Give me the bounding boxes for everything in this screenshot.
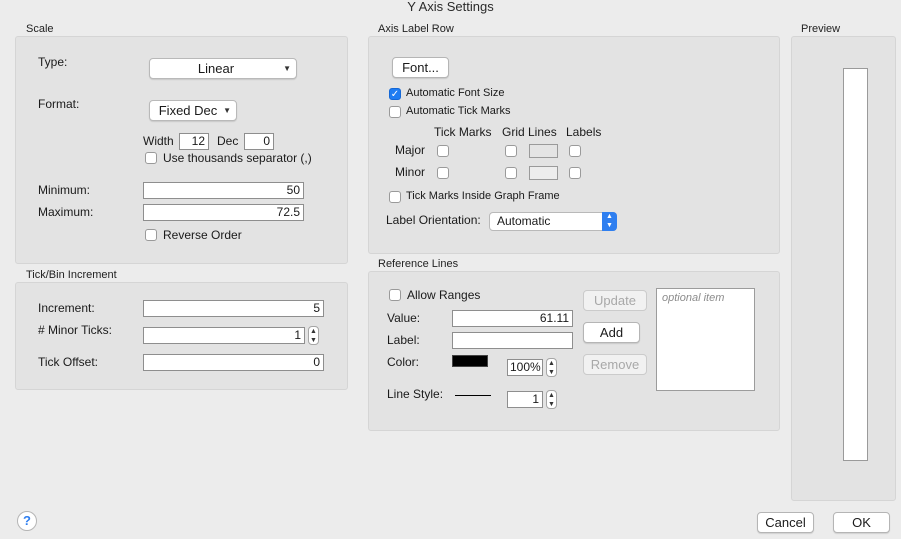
dec-label: Dec [217,134,239,148]
minimum-field[interactable]: 50 [143,182,304,199]
row-minor: Minor [395,165,426,179]
allow-ranges-label: Allow Ranges [407,288,481,302]
window-title: Y Axis Settings [407,0,494,14]
axis-label-row-title: Axis Label Row [378,23,454,35]
label-orientation-value: Automatic [497,214,551,228]
label-field[interactable] [452,332,573,349]
opacity-stepper[interactable]: ▲ ▼ [546,358,557,377]
minor-ticks-label: # Minor Ticks: [38,323,113,337]
allow-ranges-checkbox[interactable] [389,289,401,301]
type-value: Linear [197,61,235,76]
thousands-label: Use thousands separator (,) [163,151,312,165]
thousands-checkbox[interactable] [145,152,157,164]
label-orientation-popup[interactable]: Automatic ▲ ▼ [489,212,617,231]
stepper-down-icon[interactable]: ▼ [547,400,556,409]
color-swatch[interactable] [452,355,488,367]
add-button[interactable]: Add [583,322,640,343]
stepper-up-icon[interactable]: ▲ [309,327,318,336]
line-width-field[interactable]: 1 [507,391,543,408]
inside-frame-label: Tick Marks Inside Graph Frame [406,190,560,202]
scale-title: Scale [26,23,54,35]
auto-font-size-checkbox[interactable]: ✓ [389,88,401,100]
tick-title: Tick/Bin Increment [26,269,117,281]
width-label: Width [143,134,174,148]
type-label: Type: [38,55,68,69]
major-labels-checkbox[interactable] [569,145,581,157]
color-label: Color: [387,355,420,369]
opacity-field[interactable]: 100% [507,359,543,376]
stepper-up-icon[interactable]: ▲ [547,359,556,368]
minor-grid-checkbox[interactable] [505,167,517,179]
font-button[interactable]: Font... [392,57,449,78]
reference-lines-title: Reference Lines [378,258,459,270]
tick-offset-label: Tick Offset: [38,355,99,369]
tick-offset-field[interactable]: 0 [143,354,324,371]
increment-field[interactable]: 5 [143,300,324,317]
chevron-down-icon: ▼ [283,64,291,73]
dec-field[interactable]: 0 [244,133,274,150]
maximum-label: Maximum: [38,205,94,219]
col-tick-marks: Tick Marks [434,125,492,139]
minor-tick-checkbox[interactable] [437,167,449,179]
chevron-down-icon: ▼ [223,106,231,115]
width-field[interactable]: 12 [179,133,209,150]
major-grid-color-swatch[interactable] [529,144,558,158]
minor-labels-checkbox[interactable] [569,167,581,179]
stepper-down-icon[interactable]: ▼ [309,336,318,345]
reference-lines-list[interactable]: optional item [656,288,755,391]
update-button[interactable]: Update [583,290,647,311]
line-width-stepper[interactable]: ▲ ▼ [546,390,557,409]
format-value: Fixed Dec [158,103,218,118]
major-grid-checkbox[interactable] [505,145,517,157]
minimum-label: Minimum: [38,183,91,197]
line-style-sample[interactable] [455,395,491,396]
minor-grid-color-swatch[interactable] [529,166,558,180]
cancel-button[interactable]: Cancel [757,512,814,533]
increment-label: Increment: [38,301,95,315]
major-tick-checkbox[interactable] [437,145,449,157]
preview-title: Preview [801,23,841,35]
reverse-order-checkbox[interactable] [145,229,157,241]
format-label: Format: [38,97,80,111]
minor-ticks-stepper[interactable]: ▲ ▼ [308,326,319,345]
preview-axis-area [843,68,868,461]
format-popup[interactable]: Fixed Dec ▼ [149,100,237,121]
maximum-field[interactable]: 72.5 [143,204,304,221]
value-label: Value: [387,311,421,325]
inside-frame-checkbox[interactable] [389,191,401,203]
row-major: Major [395,143,426,157]
col-labels: Labels [566,125,602,139]
col-grid-lines: Grid Lines [502,125,557,139]
list-placeholder: optional item [662,292,725,304]
auto-font-size-label: Automatic Font Size [406,87,505,99]
type-popup[interactable]: Linear ▼ [149,58,297,79]
reverse-order-label: Reverse Order [163,228,242,242]
value-field[interactable]: 61.11 [452,310,573,327]
stepper-down-icon[interactable]: ▼ [547,368,556,377]
auto-tick-marks-checkbox[interactable] [389,106,401,118]
chevron-updown-icon: ▲ ▼ [602,212,617,231]
ok-button[interactable]: OK [833,512,890,533]
help-icon[interactable]: ? [17,511,37,531]
checkmark-icon: ✓ [390,89,400,100]
label-label: Label: [387,333,420,347]
auto-tick-marks-label: Automatic Tick Marks [406,105,511,117]
minor-ticks-field[interactable]: 1 [143,327,305,344]
label-orientation-label: Label Orientation: [386,213,481,227]
stepper-up-icon[interactable]: ▲ [547,391,556,400]
remove-button[interactable]: Remove [583,354,647,375]
line-style-label: Line Style: [387,387,444,401]
